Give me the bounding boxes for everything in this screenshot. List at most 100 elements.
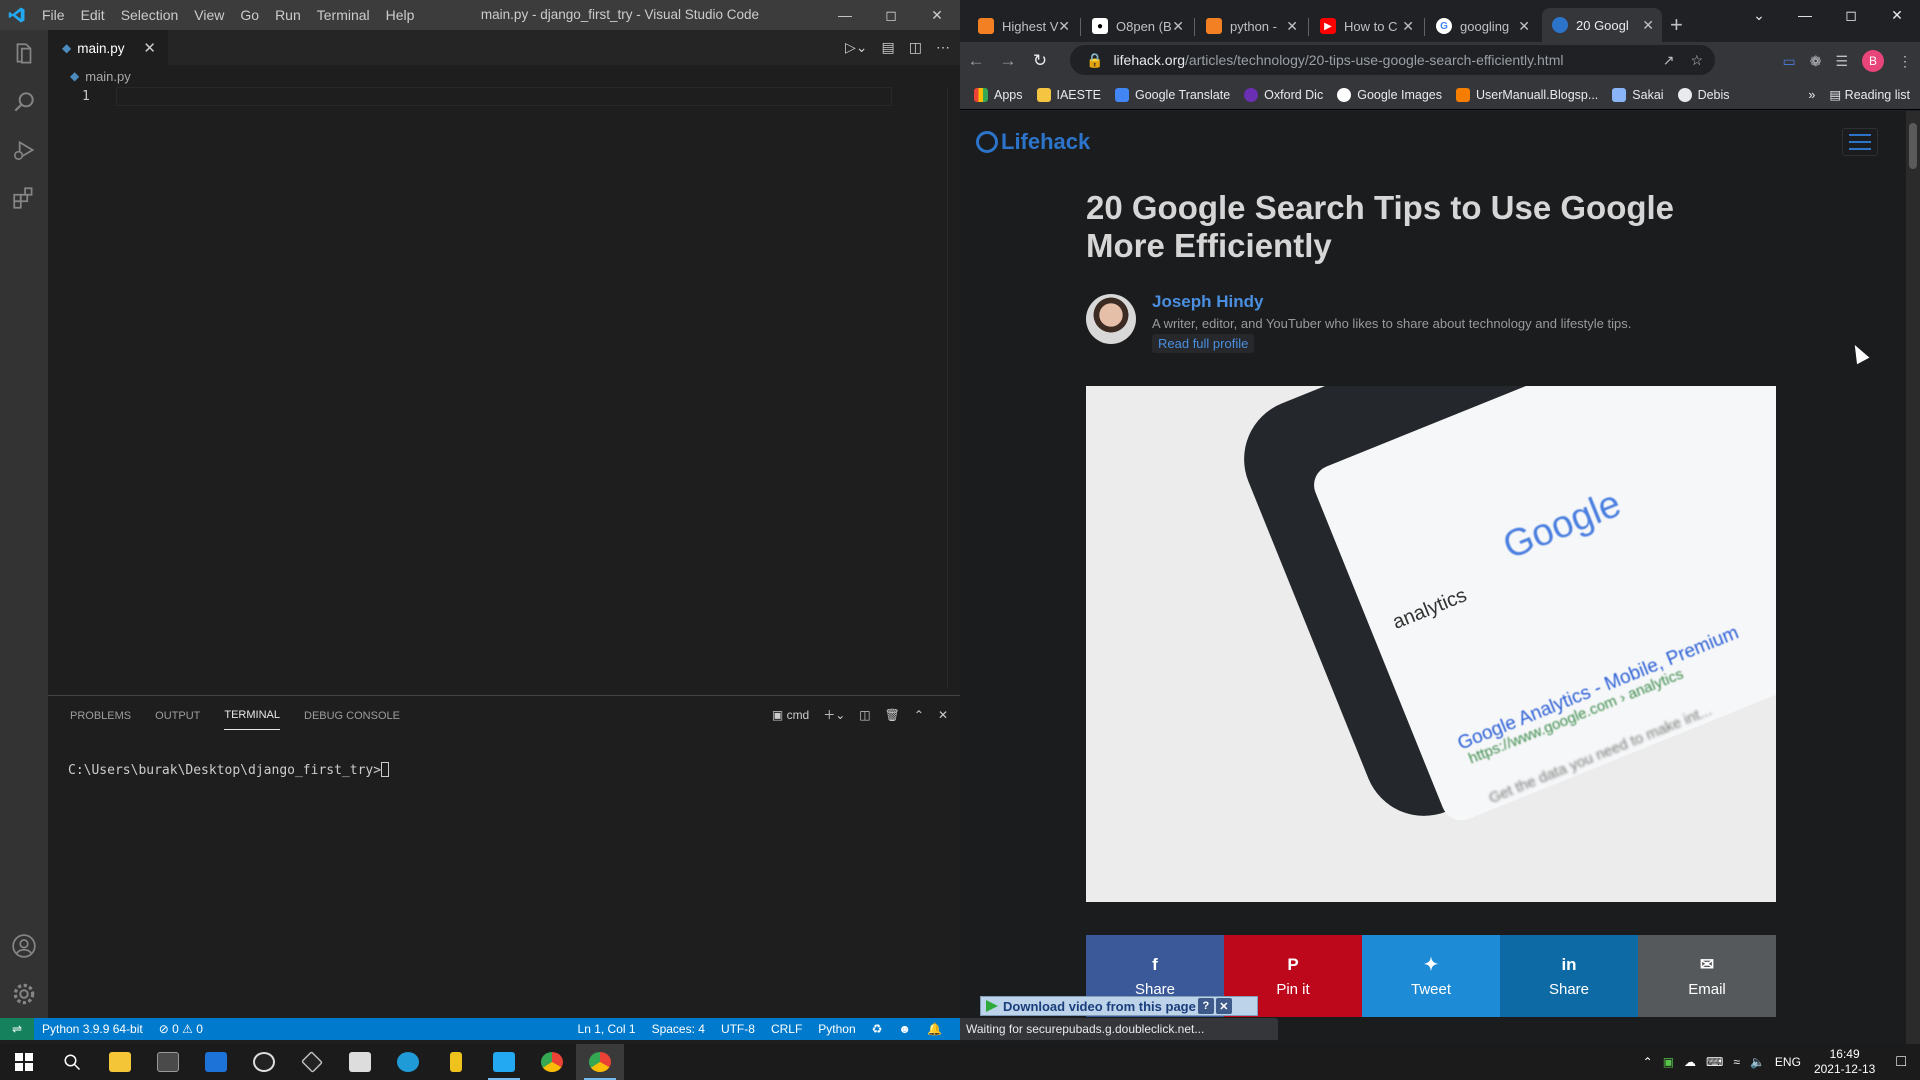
indentation[interactable]: Spaces: 4 bbox=[644, 1022, 713, 1036]
volume-icon[interactable]: 🔈 bbox=[1750, 1055, 1765, 1069]
browser-tab-5[interactable]: G googling ✕ bbox=[1426, 12, 1538, 40]
wifi-icon[interactable]: ≈ bbox=[1733, 1055, 1740, 1069]
3d-viewer-icon[interactable] bbox=[288, 1044, 336, 1080]
bookmark-oxford[interactable]: Oxford Dic bbox=[1244, 87, 1323, 102]
tab-close-icon[interactable]: ✕ bbox=[1642, 17, 1654, 34]
end-of-line[interactable]: CRLF bbox=[763, 1022, 810, 1036]
maximize-icon[interactable]: ◻ bbox=[1828, 0, 1874, 32]
tab-output[interactable]: OUTPUT bbox=[155, 700, 200, 730]
language-indicator[interactable]: ENG bbox=[1775, 1055, 1801, 1069]
obs-icon[interactable] bbox=[240, 1044, 288, 1080]
split-editor-icon[interactable]: ◫ bbox=[909, 39, 922, 56]
chrome-icon[interactable] bbox=[528, 1044, 576, 1080]
tab-close-icon[interactable]: ✕ bbox=[1402, 18, 1414, 35]
menu-selection[interactable]: Selection bbox=[113, 0, 187, 30]
clock[interactable]: 16:49 2021-12-13 bbox=[1814, 1047, 1875, 1077]
menu-go[interactable]: Go bbox=[232, 0, 267, 30]
help-icon[interactable]: ? bbox=[1197, 998, 1214, 1014]
tab-terminal[interactable]: TERMINAL bbox=[224, 699, 280, 730]
tray-app-icon[interactable]: ▣ bbox=[1663, 1055, 1674, 1069]
settings-gear-icon[interactable] bbox=[0, 970, 48, 1018]
bookmark-sakai[interactable]: Sakai bbox=[1612, 87, 1664, 102]
breadcrumb-file[interactable]: main.py bbox=[85, 69, 131, 84]
author-avatar[interactable] bbox=[1086, 294, 1136, 344]
mail-icon[interactable] bbox=[192, 1044, 240, 1080]
forward-icon[interactable]: → bbox=[992, 51, 1024, 71]
open-preview-icon[interactable]: ▤ bbox=[882, 39, 895, 56]
close-icon[interactable]: ✕ bbox=[1215, 998, 1232, 1014]
address-bar[interactable]: 🔒 lifehack.org/articles/technology/20-ti… bbox=[1070, 45, 1715, 75]
trash-icon[interactable]: 🗑 bbox=[885, 708, 900, 722]
more-bookmarks-icon[interactable]: » bbox=[1808, 88, 1815, 102]
bookmark-google-images[interactable]: Google Images bbox=[1337, 87, 1442, 102]
menu-run[interactable]: Run bbox=[267, 0, 309, 30]
menu-terminal[interactable]: Terminal bbox=[309, 0, 378, 30]
pin-app-icon[interactable] bbox=[432, 1044, 480, 1080]
author-name[interactable]: Joseph Hindy bbox=[1152, 292, 1263, 312]
tab-close-icon[interactable]: ✕ bbox=[1286, 18, 1298, 35]
lifehack-logo[interactable]: Lifehack bbox=[976, 129, 1090, 155]
share-linkedin-button[interactable]: in Share bbox=[1500, 935, 1638, 1017]
new-tab-icon[interactable]: + bbox=[1670, 12, 1683, 38]
browser-tab-4[interactable]: ▶ How to C ✕ bbox=[1310, 12, 1422, 40]
browser-tab-1[interactable]: Highest V ✕ bbox=[968, 12, 1078, 40]
reload-icon[interactable]: ↻ bbox=[1024, 51, 1056, 71]
menu-file[interactable]: File bbox=[34, 0, 73, 30]
notifications-bell-icon[interactable]: 🔔 bbox=[919, 1022, 950, 1036]
terminal-output[interactable]: C:\Users\burak\Desktop\django_first_try> bbox=[68, 762, 390, 778]
bookmark-iaeste[interactable]: IAESTE bbox=[1036, 87, 1101, 102]
tweet-button[interactable]: ✦ Tweet bbox=[1362, 935, 1500, 1017]
more-actions-icon[interactable]: ⋯ bbox=[936, 39, 950, 56]
tray-overflow-icon[interactable]: ⌃ bbox=[1643, 1055, 1653, 1069]
start-windows-icon[interactable] bbox=[0, 1044, 48, 1080]
bookmark-google-translate[interactable]: Google Translate bbox=[1114, 87, 1230, 102]
account-icon[interactable] bbox=[0, 922, 48, 970]
keyboard-icon[interactable]: ⌨ bbox=[1706, 1055, 1723, 1069]
lock-icon[interactable]: 🔒 bbox=[1086, 52, 1103, 69]
page-scrollbar[interactable] bbox=[1906, 111, 1920, 1044]
close-icon[interactable]: ✕ bbox=[1874, 0, 1920, 32]
download-video-bar[interactable]: Download video from this page ? ✕ bbox=[980, 996, 1258, 1016]
menu-view[interactable]: View bbox=[186, 0, 232, 30]
language-mode[interactable]: Python bbox=[810, 1022, 863, 1036]
visual-studio-icon[interactable] bbox=[336, 1044, 384, 1080]
scrollbar-thumb[interactable] bbox=[1909, 123, 1917, 169]
vscode-taskbar-icon[interactable] bbox=[480, 1044, 528, 1080]
tab-problems[interactable]: PROBLEMS bbox=[70, 700, 131, 730]
breadcrumb[interactable]: ◆ main.py bbox=[48, 65, 960, 87]
onedrive-icon[interactable]: ☁ bbox=[1684, 1055, 1696, 1069]
bookmark-blogspot[interactable]: UserManuall.Blogsp... bbox=[1456, 87, 1598, 102]
read-full-profile-link[interactable]: Read full profile bbox=[1152, 334, 1255, 353]
maximize-panel-icon[interactable]: ⌃ bbox=[914, 708, 924, 722]
bookmark-debis[interactable]: Debis bbox=[1677, 87, 1730, 102]
tab-close-icon[interactable]: ✕ bbox=[1058, 18, 1070, 35]
split-terminal-icon[interactable]: ◫ bbox=[859, 708, 870, 722]
terminal-shell-selector[interactable]: ▣ cmd bbox=[772, 708, 809, 722]
problems-count[interactable]: ⊘ 0 ⚠ 0 bbox=[151, 1022, 211, 1036]
tab-close-icon[interactable]: ✕ bbox=[1172, 18, 1184, 35]
hamburger-menu-icon[interactable] bbox=[1842, 128, 1878, 156]
encoding[interactable]: UTF-8 bbox=[713, 1022, 763, 1036]
notification-center-icon[interactable]: □ bbox=[1896, 1053, 1906, 1071]
tab-main-py[interactable]: ◆ main.py ✕ bbox=[48, 30, 168, 65]
extensions-puzzle-icon[interactable]: ❁ bbox=[1810, 53, 1822, 70]
bookmark-apps[interactable]: Apps bbox=[974, 87, 1023, 102]
search-icon[interactable] bbox=[0, 78, 48, 126]
close-icon[interactable]: ✕ bbox=[914, 0, 960, 30]
profile-avatar[interactable]: B bbox=[1862, 50, 1884, 72]
feedback-icon[interactable]: ☻ bbox=[890, 1022, 919, 1036]
python-interpreter[interactable]: Python 3.9.9 64-bit bbox=[34, 1022, 151, 1036]
explorer-icon[interactable] bbox=[0, 30, 48, 78]
tab-close-icon[interactable]: ✕ bbox=[1518, 18, 1530, 35]
code-editor[interactable]: 1 bbox=[48, 87, 960, 687]
scrollbar-track[interactable] bbox=[947, 87, 948, 687]
edge-icon[interactable] bbox=[384, 1044, 432, 1080]
browser-tab-2[interactable]: ● O8pen (B ✕ bbox=[1082, 12, 1192, 40]
menu-edit[interactable]: Edit bbox=[73, 0, 113, 30]
new-terminal-icon[interactable]: ＋⌄ bbox=[823, 706, 845, 723]
email-button[interactable]: ✉ Email bbox=[1638, 935, 1776, 1017]
taskbar-search-icon[interactable] bbox=[48, 1044, 96, 1080]
close-tab-icon[interactable]: ✕ bbox=[143, 39, 156, 57]
minimize-icon[interactable]: — bbox=[1782, 0, 1828, 32]
reading-list-button[interactable]: ▤ Reading list bbox=[1829, 87, 1910, 102]
